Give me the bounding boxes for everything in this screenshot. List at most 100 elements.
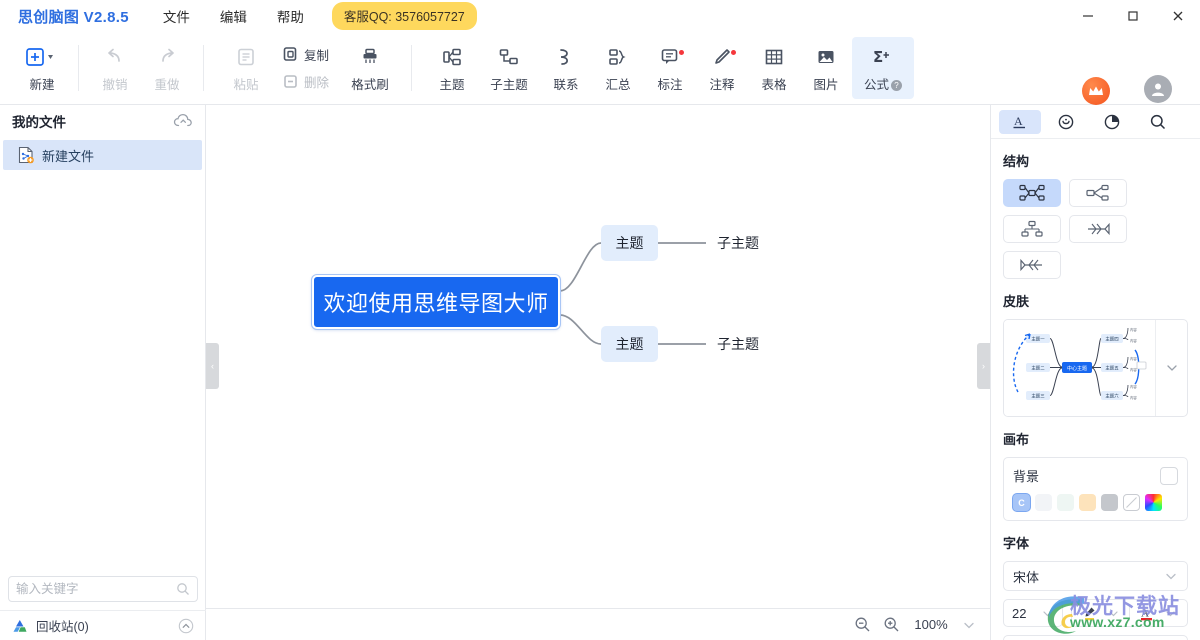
swatch-gray-light[interactable] <box>1035 494 1052 511</box>
skin-selector[interactable]: 中心主题 主题一 主题二 主题三 主题四 主题五 主题六 内容 内容 内容 内容… <box>1003 319 1188 417</box>
collapse-panel-handle[interactable]: › <box>977 343 990 389</box>
svg-text:A: A <box>1014 114 1023 128</box>
font-color-dropdown-chevron-down-icon[interactable] <box>1159 602 1181 624</box>
tab-search[interactable] <box>1137 110 1179 134</box>
summary-button[interactable]: 汇总 <box>592 37 644 99</box>
topic-button[interactable]: 主题 <box>426 37 478 99</box>
undo-arrow-icon <box>105 44 125 70</box>
menu-help[interactable]: 帮助 <box>277 6 304 26</box>
image-button[interactable]: 图片 <box>800 37 852 99</box>
tab-sticker[interactable] <box>1091 110 1133 134</box>
mindmap-canvas[interactable]: 欢迎使用思维导图大师 主题 主题 子主题 子主题 <box>206 105 990 608</box>
skin-section-title: 皮肤 <box>1003 294 1030 309</box>
search-icon[interactable] <box>176 582 190 596</box>
table-icon <box>764 44 784 70</box>
toolbar-divider <box>78 45 79 91</box>
tab-icon-library[interactable] <box>1045 110 1087 134</box>
font-controls-row: 22 A <box>1003 599 1188 627</box>
sidebar-search[interactable] <box>8 576 198 602</box>
font-style-row: B I U A <box>1003 635 1188 640</box>
collapse-sidebar-handle[interactable]: ‹ <box>206 343 219 389</box>
font-family-select[interactable]: 宋体 <box>1003 561 1188 591</box>
window-controls <box>1065 0 1200 32</box>
menu-edit[interactable]: 编辑 <box>220 6 247 26</box>
app-window: 思创脑图 V2.8.5 文件 编辑 帮助 客服QQ: 3576057727 新建… <box>0 0 1200 640</box>
formula-button[interactable]: Σ 公式? <box>852 37 915 99</box>
skin-preview-graphic: 中心主题 主题一 主题二 主题三 主题四 主题五 主题六 内容内容 内容内容 内… <box>1012 327 1147 400</box>
font-size-select[interactable]: 22 <box>1003 599 1063 627</box>
chevron-down-icon <box>1164 569 1178 583</box>
mindmap-root-node[interactable]: 欢迎使用思维导图大师 <box>312 275 560 329</box>
mindmap-subtopic-node-1[interactable]: 子主题 <box>708 232 768 254</box>
format-brush-button[interactable]: 格式刷 <box>339 37 401 99</box>
chevron-up-icon[interactable] <box>178 618 194 634</box>
cloud-sync-icon[interactable] <box>173 113 193 129</box>
summary-button-label: 汇总 <box>605 77 631 92</box>
structure-fishbone-right[interactable] <box>1069 215 1127 243</box>
chevron-down-icon <box>1166 365 1177 371</box>
delete-button[interactable]: 删除 <box>278 68 333 95</box>
structure-logic-right[interactable] <box>1069 179 1127 207</box>
sidebar-item-new-file[interactable]: 新建文件 <box>3 140 202 170</box>
background-swatches: C <box>1013 494 1178 511</box>
callout-badge-dot <box>679 50 685 55</box>
undo-button[interactable]: 撤销 <box>89 37 141 99</box>
skin-expand-button[interactable] <box>1155 320 1187 416</box>
support-qq-badge[interactable]: 客服QQ: 3576057727 <box>331 2 477 30</box>
zoom-out-icon[interactable] <box>854 616 871 633</box>
svg-text:A: A <box>1141 607 1149 619</box>
new-plus-icon <box>25 44 59 70</box>
structure-org-chart-down[interactable] <box>1003 215 1061 243</box>
text-highlight-icon[interactable] <box>1078 602 1100 624</box>
maximize-button[interactable] <box>1110 0 1155 32</box>
paste-button-label: 粘贴 <box>233 77 259 92</box>
structure-mindmap-both-sides[interactable] <box>1003 179 1061 207</box>
structure-section-title: 结构 <box>1003 154 1030 169</box>
toolbar-group-clipboard: 粘贴 复制 删除 格式刷 <box>220 37 401 99</box>
sidebar-bottom: 回收站(0) <box>0 576 206 640</box>
mindmap-topic-node-1[interactable]: 主题 <box>601 225 658 261</box>
canvas-section-title: 画布 <box>1003 432 1030 447</box>
menu-file[interactable]: 文件 <box>163 6 190 26</box>
table-button-label: 表格 <box>761 77 787 92</box>
tab-style[interactable]: A <box>999 109 1041 134</box>
svg-text:主题二: 主题二 <box>1031 365 1045 372</box>
swatch-custom-color-picker[interactable] <box>1145 494 1162 511</box>
font-color-icon[interactable]: A <box>1135 602 1157 624</box>
search-input[interactable] <box>16 582 156 596</box>
background-settings: 背景 C <box>1003 457 1188 521</box>
new-button[interactable]: 新建 <box>16 37 68 99</box>
relation-button[interactable]: 联系 <box>540 37 592 99</box>
swatch-blue[interactable]: C <box>1013 494 1030 511</box>
font-section-title: 字体 <box>1003 536 1030 551</box>
swatch-peach[interactable] <box>1079 494 1096 511</box>
subtopic-button[interactable]: 子主题 <box>478 37 540 99</box>
swatch-none[interactable] <box>1123 494 1140 511</box>
minimize-button[interactable] <box>1065 0 1110 32</box>
redo-button[interactable]: 重做 <box>141 37 193 99</box>
annotation-button[interactable]: 注释 <box>696 37 748 99</box>
swatch-mint[interactable] <box>1057 494 1074 511</box>
structure-fishbone-left[interactable] <box>1003 251 1061 279</box>
swatch-gray[interactable] <box>1101 494 1118 511</box>
svg-text:内容: 内容 <box>1130 356 1137 361</box>
callout-button-label: 标注 <box>657 77 683 92</box>
mindmap-topic-node-2[interactable]: 主题 <box>601 326 658 362</box>
divider <box>1129 605 1130 621</box>
recycle-bin-row[interactable]: 回收站(0) <box>0 610 206 640</box>
highlight-dropdown-chevron-down-icon[interactable] <box>1102 602 1124 624</box>
background-none-swatch[interactable] <box>1160 466 1178 485</box>
help-icon[interactable]: ? <box>891 79 903 91</box>
delete-button-label: 删除 <box>304 76 330 90</box>
mindmap-subtopic-node-2[interactable]: 子主题 <box>708 333 768 355</box>
skin-preview-thumbnail[interactable]: 中心主题 主题一 主题二 主题三 主题四 主题五 主题六 内容 内容 内容 内容… <box>1004 320 1155 416</box>
paste-button[interactable]: 粘贴 <box>220 37 272 99</box>
close-button[interactable] <box>1155 0 1200 32</box>
zoom-in-icon[interactable] <box>883 616 900 633</box>
app-brand: 思创脑图 V2.8.5 <box>18 8 129 26</box>
copy-button[interactable]: 复制 <box>278 41 333 68</box>
delete-icon <box>282 73 299 90</box>
chevron-down-icon[interactable] <box>962 618 976 632</box>
table-button[interactable]: 表格 <box>748 37 800 99</box>
callout-button[interactable]: 标注 <box>644 37 696 99</box>
